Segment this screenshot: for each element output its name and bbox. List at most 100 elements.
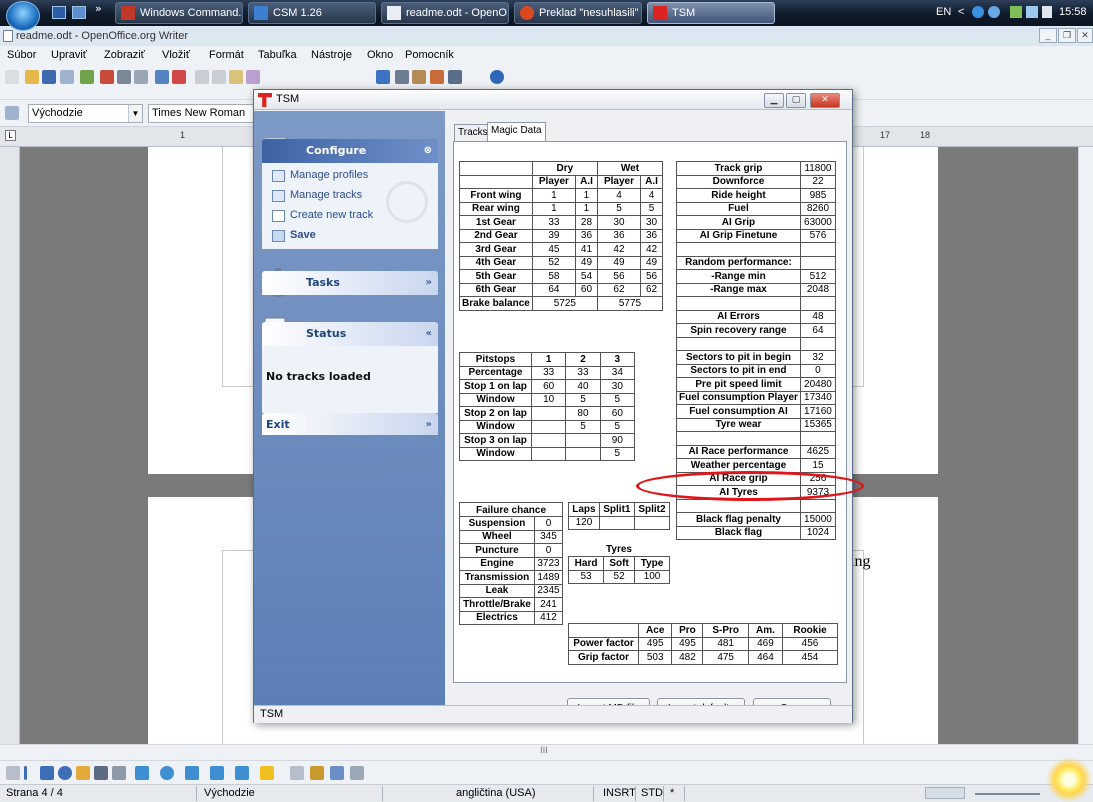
value-cell[interactable]: 33 (565, 365, 601, 380)
value-cell[interactable] (565, 433, 601, 448)
value-cell[interactable]: 22 (799, 174, 837, 189)
export-pdf-icon[interactable] (100, 70, 114, 84)
value-cell[interactable]: 1 (531, 201, 577, 216)
value-cell[interactable]: 4625 (799, 444, 837, 459)
value-cell[interactable]: 5 (599, 446, 636, 461)
menu-okno[interactable]: Okno (367, 49, 393, 61)
minimize-doc-icon[interactable]: _ (1039, 28, 1057, 43)
value-cell[interactable]: 5 (565, 392, 601, 407)
value-cell[interactable]: 2345 (533, 583, 564, 598)
freeform-icon[interactable] (76, 766, 90, 780)
value-cell[interactable]: 80 (565, 406, 601, 421)
symbol-shapes-icon[interactable] (160, 766, 174, 780)
spellcheck-icon[interactable] (155, 70, 169, 84)
value-cell[interactable]: 5 (640, 201, 663, 216)
value-cell[interactable]: 3723 (533, 556, 564, 571)
value-cell[interactable]: 5 (599, 392, 636, 407)
menu-subor[interactable]: Súbor (7, 49, 36, 61)
exit-panel-header[interactable]: Exit » (262, 413, 438, 435)
language-indicator[interactable]: angličtina (USA) (456, 787, 535, 799)
value-cell[interactable]: 40 (565, 379, 601, 394)
tsm-titlebar[interactable]: TSM ▁ ▢ ✕ (254, 90, 852, 110)
chevron-down-icon[interactable]: ▼ (128, 105, 142, 122)
value-cell[interactable]: 0 (533, 516, 564, 531)
rectangle-icon[interactable] (40, 766, 54, 780)
value-cell[interactable] (598, 515, 635, 530)
tab-tracks[interactable]: Tracks (454, 124, 492, 141)
menu-zobrazit[interactable]: Zobraziť (104, 49, 145, 61)
value-cell[interactable] (633, 515, 671, 530)
vertical-ruler[interactable] (0, 147, 20, 744)
value-cell[interactable]: 11800 (799, 161, 837, 176)
value-cell[interactable]: 49 (575, 255, 598, 270)
restore-doc-icon[interactable]: ❐ (1058, 28, 1076, 43)
value-cell[interactable]: 4 (640, 188, 663, 203)
language-indicator[interactable]: EN (936, 6, 951, 18)
taskbar-button-preklad[interactable]: Preklad "nesuhlasili" ... (514, 2, 642, 24)
value-cell[interactable]: 5725 (531, 296, 598, 311)
value-cell[interactable]: 62 (596, 282, 642, 297)
battery-icon[interactable] (1010, 6, 1022, 18)
configure-panel-header[interactable]: Configure ⊗ (262, 139, 438, 163)
value-cell[interactable]: 52 (531, 255, 577, 270)
extrusion-icon[interactable] (350, 766, 364, 780)
value-cell[interactable]: 17160 (799, 404, 837, 419)
value-cell[interactable]: 60 (530, 379, 567, 394)
insert-mode[interactable]: INSRT (603, 787, 636, 799)
copy-icon[interactable] (212, 70, 226, 84)
value-cell[interactable]: 60 (599, 406, 636, 421)
open-icon[interactable] (25, 70, 39, 84)
taskbar-button-windows-command[interactable]: Windows Command... (115, 2, 243, 24)
value-cell[interactable]: 5 (565, 419, 601, 434)
view-layout-icon[interactable] (925, 787, 965, 799)
value-cell[interactable]: 58 (531, 269, 577, 284)
callout-shapes-icon[interactable] (235, 766, 249, 780)
print-icon[interactable] (117, 70, 131, 84)
font-name-combo[interactable]: Times New Roman (148, 104, 254, 123)
value-cell[interactable]: 0 (533, 543, 564, 558)
value-cell[interactable]: 100 (634, 569, 670, 584)
collapse-icon[interactable]: « (426, 322, 432, 346)
status-panel-header[interactable]: Status « (262, 322, 438, 346)
menu-tabulka[interactable]: Tabuľka (258, 49, 297, 61)
start-button[interactable] (6, 1, 40, 31)
basic-shapes-icon[interactable] (135, 766, 149, 780)
value-cell[interactable]: 41 (575, 242, 598, 257)
value-cell[interactable]: 33 (530, 365, 567, 380)
expand-icon[interactable]: » (426, 413, 432, 437)
line-icon[interactable] (24, 766, 27, 780)
menu-format[interactable]: Formát (209, 49, 244, 61)
value-cell[interactable]: 53 (567, 569, 605, 584)
help-icon[interactable] (490, 70, 504, 84)
value-cell[interactable]: 49 (596, 255, 642, 270)
cut-icon[interactable] (195, 70, 209, 84)
select-icon[interactable] (6, 766, 20, 780)
find-icon[interactable] (395, 70, 409, 84)
vertical-scrollbar[interactable] (1078, 147, 1093, 744)
value-cell[interactable] (530, 419, 567, 434)
value-cell[interactable]: 39 (531, 228, 577, 243)
value-cell[interactable] (565, 446, 601, 461)
scroll-thumb[interactable]: III (540, 746, 548, 756)
sync-icon[interactable] (988, 6, 1000, 18)
value-cell[interactable]: 5 (599, 419, 636, 434)
value-cell[interactable]: 495 (637, 636, 673, 651)
value-cell[interactable]: 64 (799, 323, 837, 338)
value-cell[interactable]: 36 (575, 228, 598, 243)
value-cell[interactable]: 90 (599, 433, 636, 448)
datasource-icon[interactable] (430, 70, 444, 84)
value-cell[interactable]: 456 (782, 636, 838, 651)
value-cell[interactable]: 15365 (799, 417, 837, 432)
value-cell[interactable]: 45 (531, 242, 577, 257)
value-cell[interactable]: 985 (799, 188, 837, 203)
minimize-icon[interactable]: ▁ (764, 93, 784, 108)
text-icon[interactable] (94, 766, 108, 780)
value-cell[interactable] (530, 433, 567, 448)
format-paintbrush-icon[interactable] (246, 70, 260, 84)
switch-windows-icon[interactable] (72, 6, 86, 19)
value-cell[interactable]: 1 (575, 188, 598, 203)
value-cell[interactable]: 5 (596, 201, 642, 216)
value-cell[interactable]: 28 (575, 215, 598, 230)
volume-icon[interactable] (1042, 6, 1052, 18)
paste-icon[interactable] (229, 70, 243, 84)
